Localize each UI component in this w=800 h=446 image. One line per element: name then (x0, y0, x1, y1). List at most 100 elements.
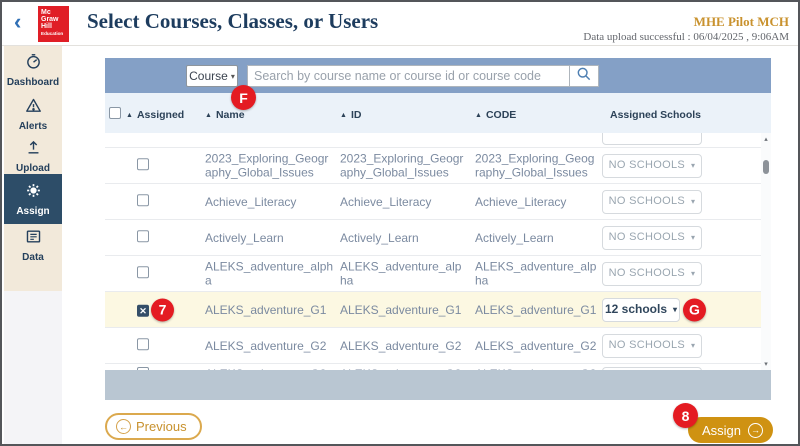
sidebar: Dashboard Alerts Upload Assign Data (4, 46, 62, 444)
course-code: ALEKS_adventure_G2 (475, 338, 597, 352)
chevron-down-icon: ▾ (673, 305, 677, 315)
previous-button[interactable]: ← Previous (105, 413, 202, 440)
previous-button-label: Previous (136, 419, 187, 434)
table-row[interactable]: Achieve_Literacy Achieve_Literacy Achiev… (105, 183, 771, 219)
arrow-left-circle-icon: ← (116, 419, 131, 434)
vertical-scrollbar[interactable]: ▴ ▾ (761, 133, 771, 370)
course-code: Achieve_Literacy (475, 194, 597, 208)
mcgraw-hill-logo: Mc Graw Hill Education (38, 6, 69, 42)
column-header-assigned-schools: Assigned Schools (610, 109, 701, 121)
annotation-circle-7: 7 (151, 298, 174, 321)
sidebar-item-dashboard[interactable]: Dashboard (4, 53, 62, 88)
table-row[interactable]: Actively_Learn Actively_Learn Actively_L… (105, 219, 771, 255)
scroll-up-icon[interactable]: ▴ (761, 135, 771, 143)
column-header-code[interactable]: ▲CODE (475, 109, 516, 121)
account-name: MHE Pilot MCH (694, 14, 789, 30)
course-id: ALEKS_adventure_G1 (340, 302, 465, 316)
assigned-schools-dropdown[interactable]: NO SCHOOLS▾ (602, 226, 702, 250)
chevron-down-icon: ▾ (691, 341, 695, 351)
sidebar-item-label: Dashboard (4, 77, 62, 88)
row-checkbox[interactable] (137, 194, 149, 206)
sidebar-item-label: Alerts (4, 121, 62, 132)
logo-text: Hill (41, 23, 69, 30)
assign-button-label: Assign (702, 423, 741, 438)
column-header-name[interactable]: ▲Name (205, 109, 245, 121)
table-row-clipped-bottom: ALEKS_adventure_G3 ALEKS_adventure_G3 AL… (105, 363, 771, 370)
sidebar-item-assign[interactable]: Assign (4, 174, 62, 224)
row-checkbox[interactable] (137, 158, 149, 170)
assigned-schools-dropdown[interactable]: NO SCHOOLS▾ (602, 190, 702, 214)
assign-button[interactable]: Assign → (688, 417, 773, 443)
row-checkbox[interactable] (137, 338, 149, 350)
scrollbar-thumb[interactable] (763, 160, 769, 174)
course-id: Achieve_Literacy (340, 194, 465, 208)
course-name: 2023_Exploring_Geography_Global_Issues (205, 151, 335, 180)
search-type-select[interactable]: Course ▾ (186, 65, 238, 87)
logo-text: Education (41, 32, 69, 37)
row-checkbox[interactable] (137, 266, 149, 278)
annotation-circle-g: G (683, 298, 706, 321)
logo-text: Mc (41, 9, 69, 16)
chevron-down-icon: ▾ (691, 197, 695, 207)
header-bar: ‹ Mc Graw Hill Education Select Courses,… (2, 2, 798, 46)
course-name: Actively_Learn (205, 230, 335, 244)
table-header-row: ▲Assigned ▲Name ▲ID ▲CODE Assigned Schoo… (105, 106, 771, 128)
annotation-circle-f: F (231, 85, 256, 110)
chevron-down-icon: ▾ (691, 269, 695, 279)
table-row-clipped-top (105, 133, 771, 147)
select-all-checkbox[interactable] (109, 107, 121, 119)
assigned-schools-dropdown[interactable]: 12 schools▾ (602, 298, 680, 322)
sidebar-item-data[interactable]: Data (4, 228, 62, 263)
data-icon (25, 232, 42, 249)
sidebar-item-upload[interactable]: Upload (4, 139, 62, 174)
chevron-down-icon: ▾ (231, 72, 235, 81)
table-row[interactable]: 2023_Exploring_Geography_Global_Issues 2… (105, 147, 771, 183)
table-body: 2023_Exploring_Geography_Global_Issues 2… (105, 133, 771, 370)
upload-status-text: Data upload successful : 06/04/2025 , 9:… (583, 31, 789, 43)
search-type-value: Course (189, 69, 228, 83)
sort-asc-icon: ▲ (205, 112, 212, 119)
back-icon[interactable]: ‹ (14, 10, 21, 34)
course-id: ALEKS_adventure_G2 (340, 338, 465, 352)
sort-asc-icon: ▲ (340, 112, 347, 119)
course-code: ALEKS_adventure_G1 (475, 302, 597, 316)
column-header-id[interactable]: ▲ID (340, 109, 361, 121)
course-id: Actively_Learn (340, 230, 465, 244)
assigned-schools-dropdown[interactable]: NO SCHOOLS▾ (602, 154, 702, 178)
row-checkbox-checked[interactable]: ✕ (137, 304, 149, 316)
table-row[interactable]: ALEKS_adventure_alpha ALEKS_adventure_al… (105, 255, 771, 291)
sidebar-item-label: Upload (4, 163, 62, 174)
courses-table-panel: Course ▾ F ▲Assigned ▲Name ▲ID ▲CODE Ass… (105, 58, 771, 400)
table-row-selected[interactable]: ✕ 7 ALEKS_adventure_G1 ALEKS_adventure_G… (105, 291, 771, 327)
upload-icon (25, 143, 42, 160)
alerts-icon (25, 101, 42, 118)
course-id: ALEKS_adventure_alpha (340, 259, 465, 288)
course-name: ALEKS_adventure_G2 (205, 338, 335, 352)
column-header-assigned[interactable]: ▲Assigned (126, 109, 184, 121)
search-button[interactable] (569, 65, 599, 87)
row-checkbox[interactable] (137, 230, 149, 242)
sidebar-item-alerts[interactable]: Alerts (4, 97, 62, 132)
app-window: ‹ Mc Graw Hill Education Select Courses,… (0, 0, 800, 446)
course-name: Achieve_Literacy (205, 194, 335, 208)
course-code: 2023_Exploring_Geography_Global_Issues (475, 151, 597, 180)
assign-icon (25, 186, 42, 203)
course-id: 2023_Exploring_Geography_Global_Issues (340, 151, 465, 180)
course-name: ALEKS_adventure_alpha (205, 259, 335, 288)
table-footer-band (105, 370, 771, 400)
table-row[interactable]: ALEKS_adventure_G2 ALEKS_adventure_G2 AL… (105, 327, 771, 363)
assigned-schools-dropdown[interactable] (602, 133, 702, 145)
chevron-down-icon: ▾ (691, 161, 695, 171)
scroll-down-icon[interactable]: ▾ (761, 360, 771, 368)
chevron-down-icon: ▾ (691, 233, 695, 243)
arrow-right-circle-icon: → (748, 423, 763, 438)
assigned-schools-dropdown[interactable]: NO SCHOOLS▾ (602, 262, 702, 286)
sort-asc-icon: ▲ (126, 112, 133, 119)
assigned-schools-dropdown[interactable]: NO SCHOOLS▾ (602, 334, 702, 358)
sidebar-item-label: Data (4, 252, 62, 263)
search-input[interactable] (247, 65, 569, 87)
annotation-circle-8: 8 (673, 403, 698, 428)
sort-asc-icon: ▲ (475, 112, 482, 119)
logo-text: Graw (41, 16, 69, 23)
search-band: Course ▾ (105, 58, 771, 93)
